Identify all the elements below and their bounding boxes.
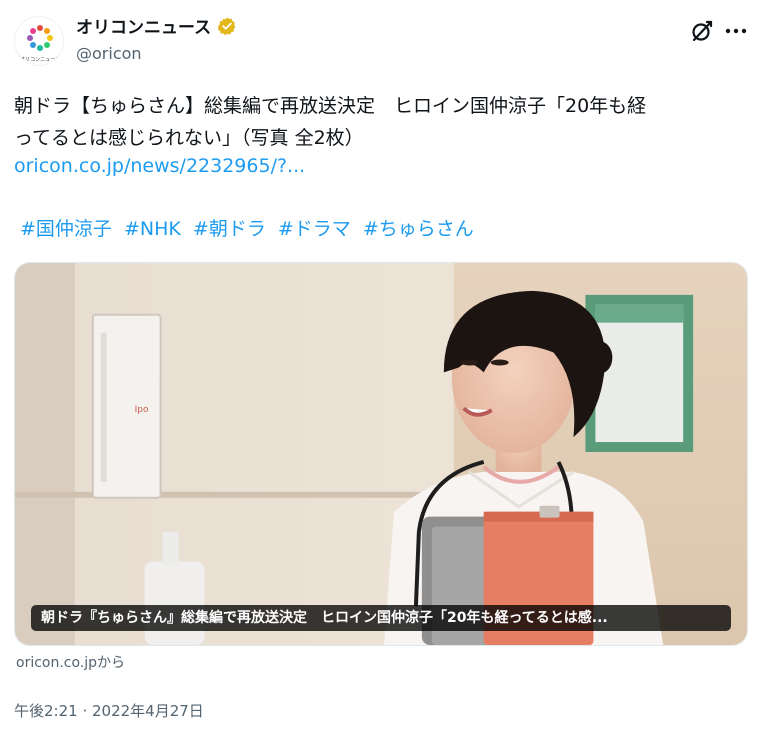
avatar-text: オリコンニュース [20,57,60,63]
hashtag-kuninaka[interactable]: #国仲涼子 [20,218,112,240]
account-avatar[interactable]: オリコンニュース [14,16,64,66]
more-options-button[interactable] [723,18,749,44]
link-card[interactable]: Ipo 朝ドラ『ちゅらさん』総集編で再放送決定 ヒロイン国仲涼子「20年も経って… [14,262,748,646]
display-name[interactable]: オリコンニュース [76,13,237,38]
hashtag-drama[interactable]: #ドラマ [278,218,351,240]
hashtag-asadora[interactable]: #朝ドラ [193,218,266,240]
account-handle[interactable]: @oricon [76,44,237,63]
grok-button[interactable] [689,18,715,44]
more-icon [725,28,747,34]
hashtag-nhk[interactable]: #NHK [124,218,181,240]
card-image-photo: Ipo [15,263,747,645]
tweet-text: 朝ドラ【ちゅらさん】総集編で再放送決定 ヒロイン国仲涼子「20年も経 ってるとは… [14,90,744,154]
article-link[interactable]: oricon.co.jp/news/2232965/?... [14,152,305,180]
tweet-header: オリコンニュース オリコンニュース @oricon [14,10,749,72]
tweet-text-line-1: 朝ドラ【ちゅらさん】総集編で再放送決定 ヒロイン国仲涼子「20年も経 [14,95,647,117]
display-name-text: オリコンニュース [76,18,212,38]
grok-icon [692,20,713,42]
wall-sign-text: Ipo [135,405,149,415]
verified-badge-icon [218,16,236,35]
tweet-text-line-2: ってるとは感じられない」（写真 全2枚） [14,127,364,149]
account-names: オリコンニュース @oricon [76,13,237,63]
hashtag-churasan[interactable]: #ちゅらさん [363,218,474,240]
oricon-logo-icon: オリコンニュース [15,17,63,65]
card-source[interactable]: oricon.co.jpから [16,652,125,672]
tweet-timestamp[interactable]: 午後2:21 · 2022年4月27日 [14,700,204,721]
hashtag-list: #国仲涼子 #NHK #朝ドラ #ドラマ #ちゅらさん [20,215,480,243]
card-caption: 朝ドラ『ちゅらさん』総集編で再放送決定 ヒロイン国仲涼子「20年も経ってるとは感… [31,605,731,631]
